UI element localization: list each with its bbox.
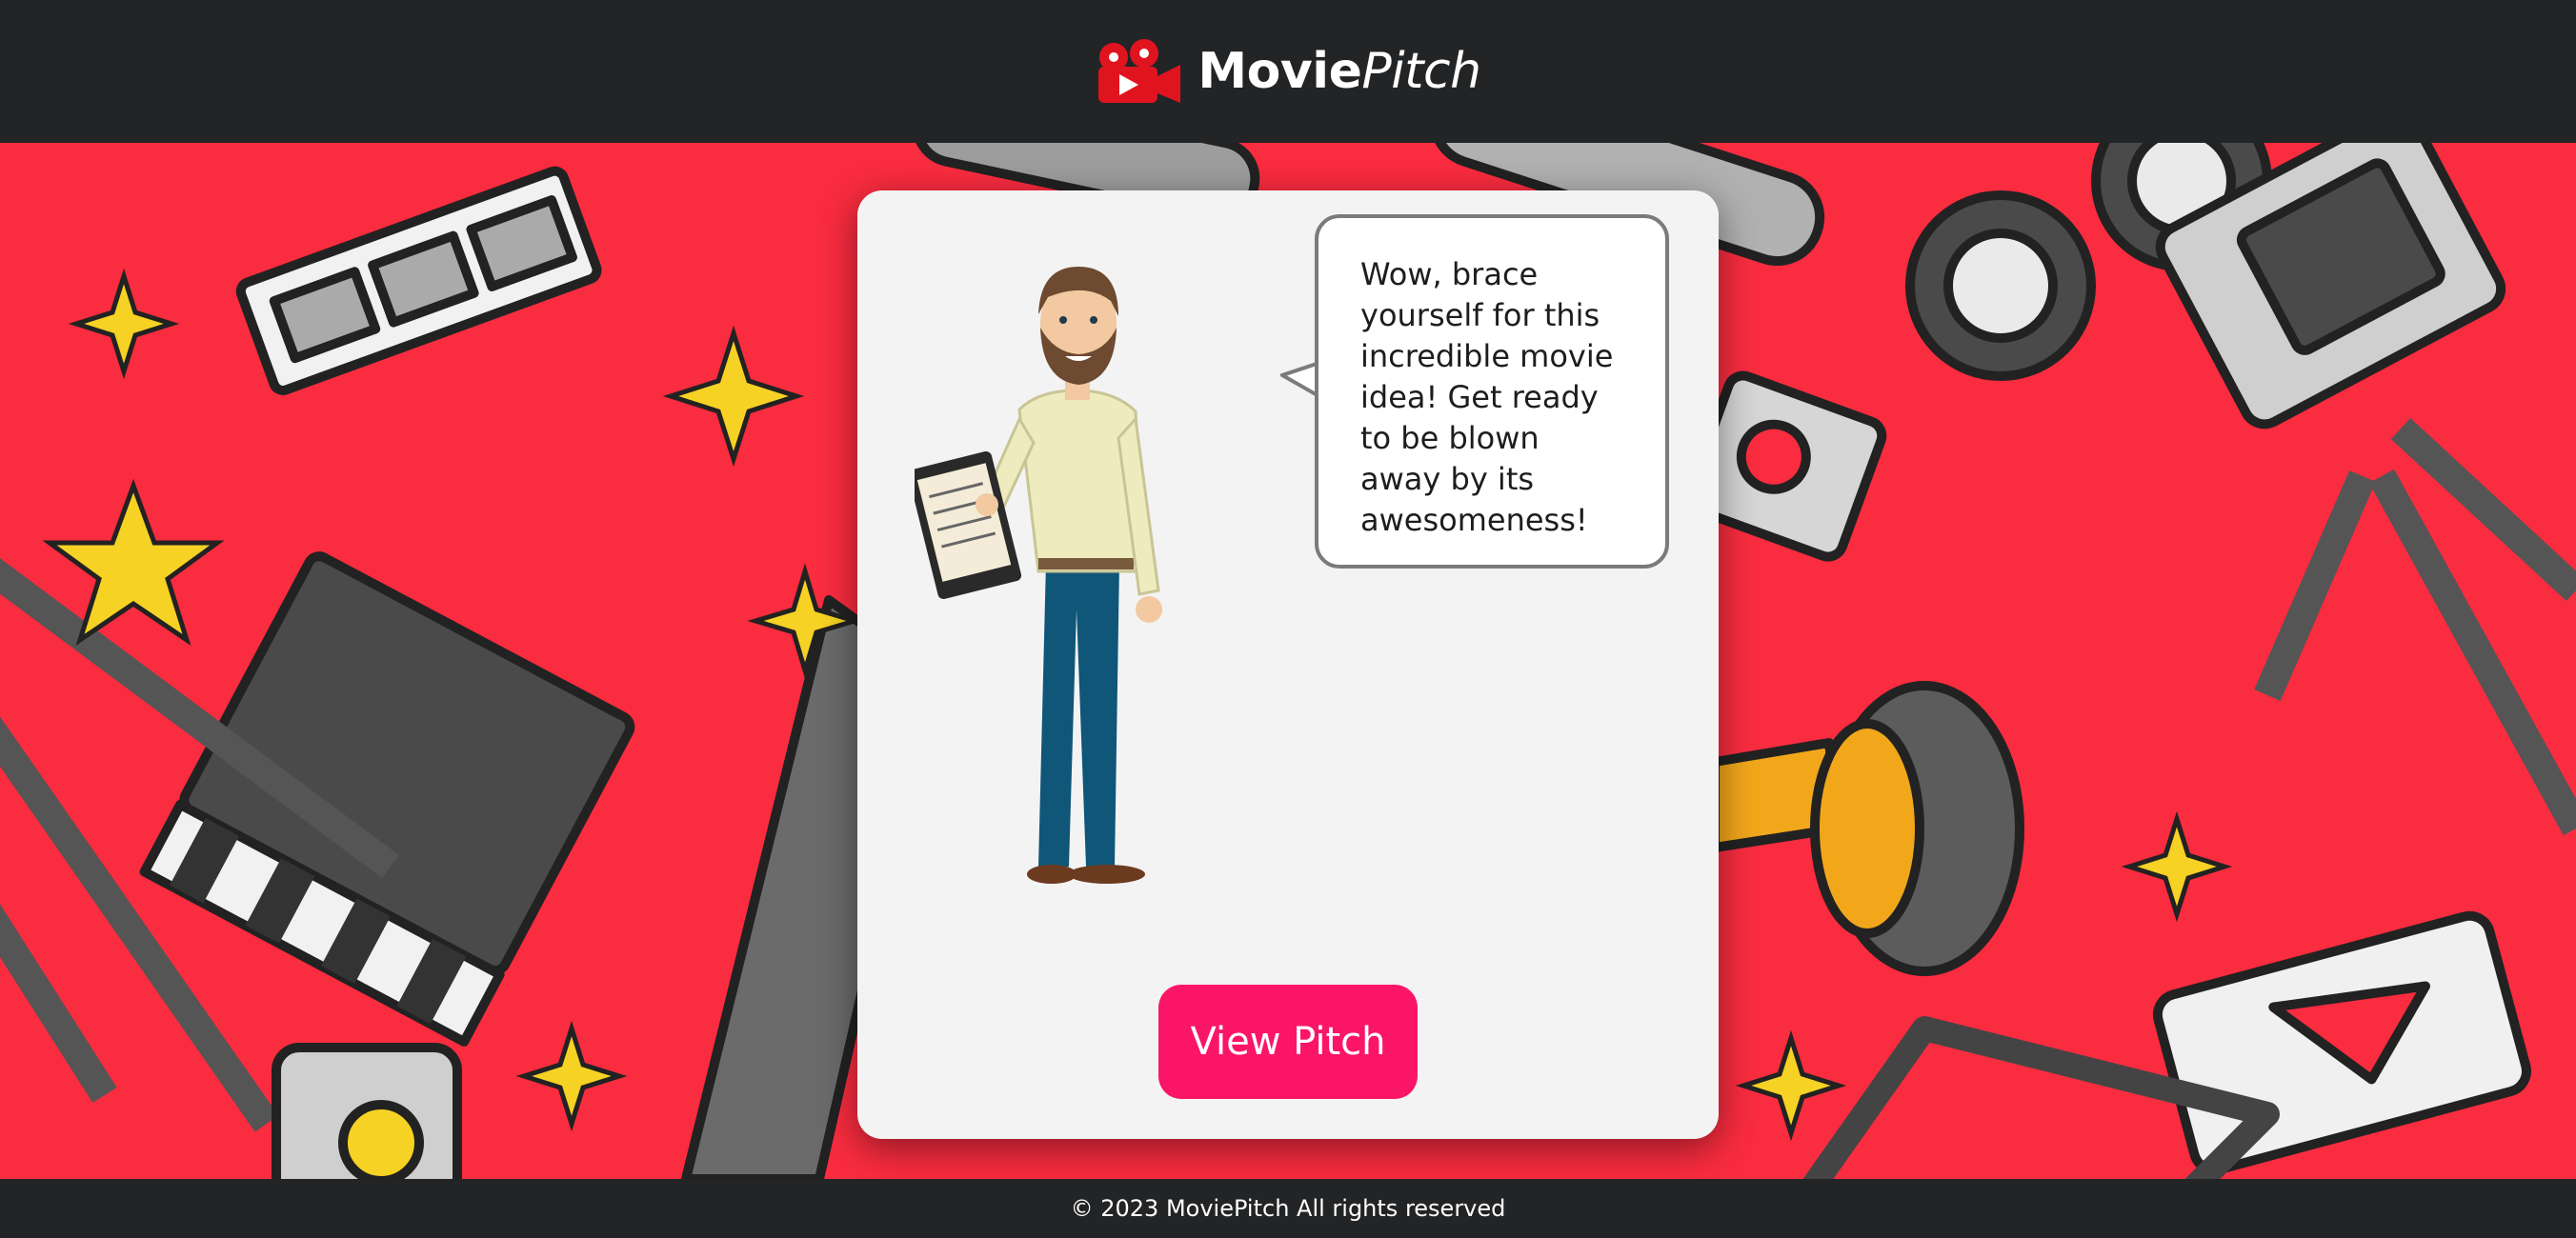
site-header: MoviePitch bbox=[0, 0, 2576, 143]
brand-logo[interactable]: MoviePitch bbox=[1095, 38, 1481, 105]
speech-bubble: Wow, brace yourself for this incredible … bbox=[1315, 214, 1669, 569]
presenter-character-illustration bbox=[915, 267, 1162, 884]
brand-name-bold: Movie bbox=[1197, 43, 1362, 100]
speech-bubble-text: Wow, brace yourself for this incredible … bbox=[1360, 256, 1614, 538]
view-pitch-button[interactable]: View Pitch bbox=[1158, 985, 1418, 1099]
pitch-card: Wow, brace yourself for this incredible … bbox=[857, 190, 1719, 1139]
copyright-text: © 2023 MoviePitch All rights reserved bbox=[1070, 1195, 1506, 1222]
brand-name: MoviePitch bbox=[1197, 43, 1481, 100]
site-footer: © 2023 MoviePitch All rights reserved bbox=[0, 1179, 2576, 1238]
brand-name-italic: Pitch bbox=[1361, 43, 1481, 100]
movie-camera-icon bbox=[1098, 39, 1181, 103]
